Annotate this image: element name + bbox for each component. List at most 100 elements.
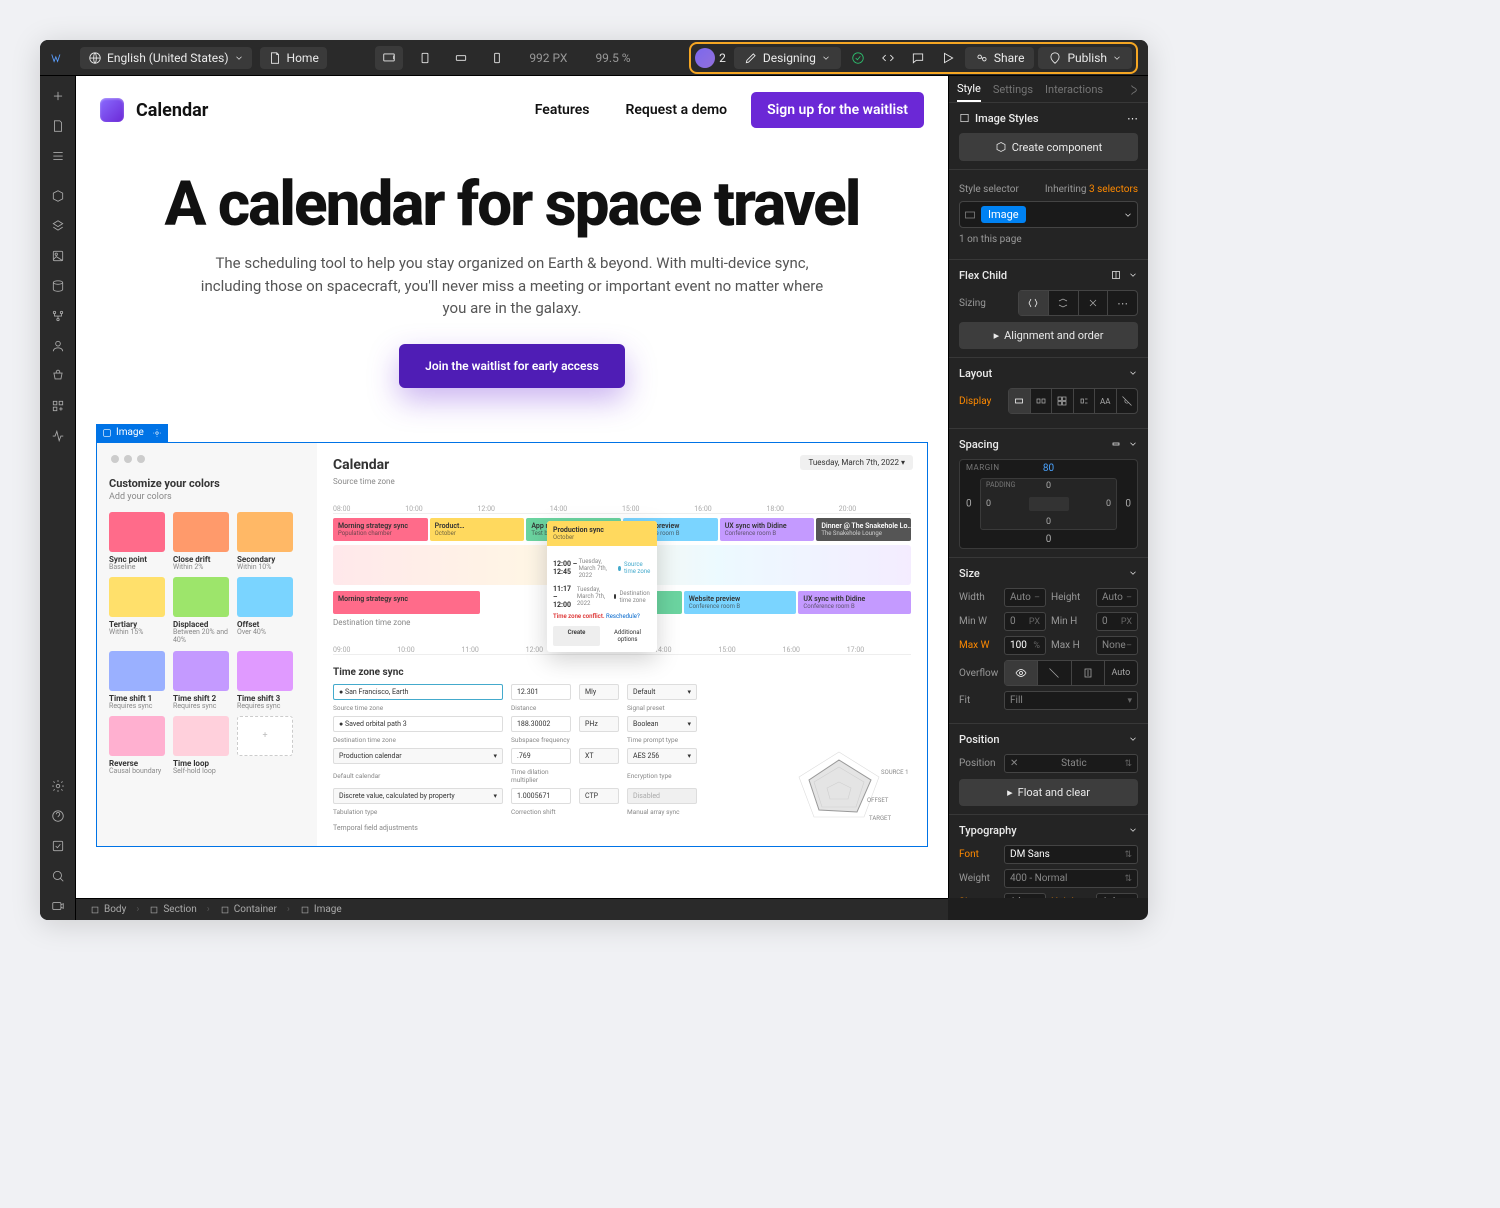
lineheight-input[interactable]: 1.4– [1096,893,1138,898]
code-icon[interactable] [875,46,901,70]
calendar-event[interactable]: Website previewConference room B [684,591,797,614]
crumb-container[interactable]: Container [214,901,283,919]
spacing-editor[interactable]: MARGIN 80 0 0 0 PADDING 0 0 0 0 [959,459,1138,549]
more-icon[interactable]: ⋯ [1127,112,1138,125]
styles-icon[interactable] [1127,83,1141,102]
nav-demo[interactable]: Request a demo [614,94,740,126]
mode-selector[interactable]: Designing [734,47,841,69]
selection-settings-icon[interactable] [152,426,162,440]
calendar-event[interactable]: Dinner @ The Snakehole Lo…The Snakehole … [816,518,911,541]
selected-image-element[interactable]: Image Customize your colors Add your col… [96,442,928,847]
td-input[interactable]: .769 [511,748,571,764]
prodcal-select[interactable]: Production calendar▾ [333,748,503,764]
hero-cta-button[interactable]: Join the waitlist for early access [399,344,625,388]
publish-button[interactable]: Publish [1038,47,1132,69]
search-icon[interactable] [44,862,72,890]
margin-top-input[interactable]: 80 [1043,463,1054,474]
display-block[interactable] [1009,389,1031,413]
sizing-grow[interactable] [1049,291,1079,315]
assets-icon[interactable] [44,242,72,270]
swatch[interactable]: Sync pointBaseline [109,512,165,572]
navigator-icon[interactable] [44,142,72,170]
device-tablet-icon[interactable] [411,46,439,70]
enc-select[interactable]: AES 256▾ [627,748,697,764]
corr-input[interactable]: 1.0005671 [511,788,571,804]
canvas-width[interactable]: 992 PX [529,51,567,65]
margin-bottom-input[interactable]: 0 [1046,534,1052,545]
overflow-visible[interactable] [1005,661,1038,685]
calendar-event[interactable]: Morning strategy syncPopulation chamber [333,518,428,541]
calendar-event[interactable]: UX sync with DidineConference room B [798,591,911,614]
users-icon[interactable] [44,332,72,360]
freq-input[interactable]: 188.30002 [511,716,571,732]
crumb-section[interactable]: Section [143,901,202,919]
logic-icon[interactable] [44,302,72,330]
maxh-input[interactable]: None– [1096,636,1138,655]
status-check-icon[interactable] [845,46,871,70]
add-swatch[interactable]: + [237,716,293,776]
margin-left-input[interactable]: 0 [966,499,972,510]
float-clear-button[interactable]: ▸ Float and clear [959,779,1138,806]
cms-icon[interactable] [44,272,72,300]
popup-options-button[interactable]: Additional options [604,626,651,646]
ecommerce-icon[interactable] [44,362,72,390]
video-icon[interactable] [44,892,72,920]
calendar-event[interactable]: Morning strategy sync [333,591,480,614]
device-landscape-icon[interactable] [447,46,475,70]
crumb-image[interactable]: Image [294,901,348,919]
minh-input[interactable]: 0PX [1096,612,1138,631]
chevron-down-icon[interactable] [1128,823,1138,837]
display-none[interactable] [1117,389,1138,413]
width-input[interactable]: Auto– [1004,588,1046,607]
prompt-select[interactable]: Boolean▾ [627,716,697,732]
padding-bottom-input[interactable]: 0 [1046,517,1051,527]
preview-icon[interactable] [935,46,961,70]
nav-signup-button[interactable]: Sign up for the waitlist [751,92,924,128]
fit-select[interactable]: Fill▾ [1004,691,1138,710]
help-icon[interactable] [44,802,72,830]
share-button[interactable]: Share [965,47,1035,69]
apps-icon[interactable] [44,392,72,420]
selector-input[interactable]: Image [959,201,1138,228]
swatch[interactable]: ReverseCausal boundary [109,716,165,776]
distance-unit[interactable]: Mly [579,684,619,700]
swatch[interactable]: TertiaryWithin 15% [109,577,165,644]
popup-create-button[interactable]: Create [553,626,600,646]
padding-top-input[interactable]: 0 [1046,481,1051,491]
chevron-down-icon[interactable] [1128,366,1138,380]
breakpoint-add-icon[interactable] [375,46,403,70]
sizing-shrink[interactable] [1019,291,1049,315]
weight-select[interactable]: 400 - Normal⇅ [1004,869,1138,888]
sizing-none[interactable] [1079,291,1109,315]
display-inline-block[interactable] [1074,389,1096,413]
discrete-select[interactable]: Discrete value, calculated by property▾ [333,788,503,804]
variables-icon[interactable] [44,212,72,240]
src-location-input[interactable]: ● San Francisco, Earth [333,684,503,700]
maxw-input[interactable]: 100% [1004,636,1046,655]
create-component-button[interactable]: Create component [959,133,1138,161]
language-selector[interactable]: English (United States) [80,47,252,69]
position-select[interactable]: ✕ Static⇅ [1004,754,1138,773]
checklist-icon[interactable] [44,832,72,860]
minw-input[interactable]: 0PX [1004,612,1046,631]
canvas-zoom[interactable]: 99.5 % [595,51,630,65]
sizing-more[interactable]: ⋯ [1108,291,1137,315]
tab-style[interactable]: Style [957,82,981,102]
padding-right-input[interactable]: 0 [1106,499,1111,509]
preset-select[interactable]: Default▾ [627,684,697,700]
audit-icon[interactable] [44,422,72,450]
chevron-down-icon[interactable] [1128,566,1138,580]
page-selector[interactable]: Home [260,47,327,69]
font-select[interactable]: DM Sans⇅ [1004,845,1138,864]
orbit-input[interactable]: ● Saved orbital path 3 [333,716,503,732]
selector-tag[interactable]: Image [981,206,1026,223]
height-input[interactable]: Auto– [1096,588,1138,607]
chevron-down-icon[interactable] [1128,732,1138,746]
chevron-down-icon[interactable] [1128,437,1138,451]
swatch[interactable]: Time shift 1Requires sync [109,651,165,711]
swatch[interactable]: SecondaryWithin 10% [237,512,293,572]
collaborator-avatar[interactable] [695,48,715,68]
margin-right-input[interactable]: 0 [1125,499,1131,510]
swatch[interactable]: OffsetOver 40% [237,577,293,644]
crumb-body[interactable]: Body [84,901,132,919]
